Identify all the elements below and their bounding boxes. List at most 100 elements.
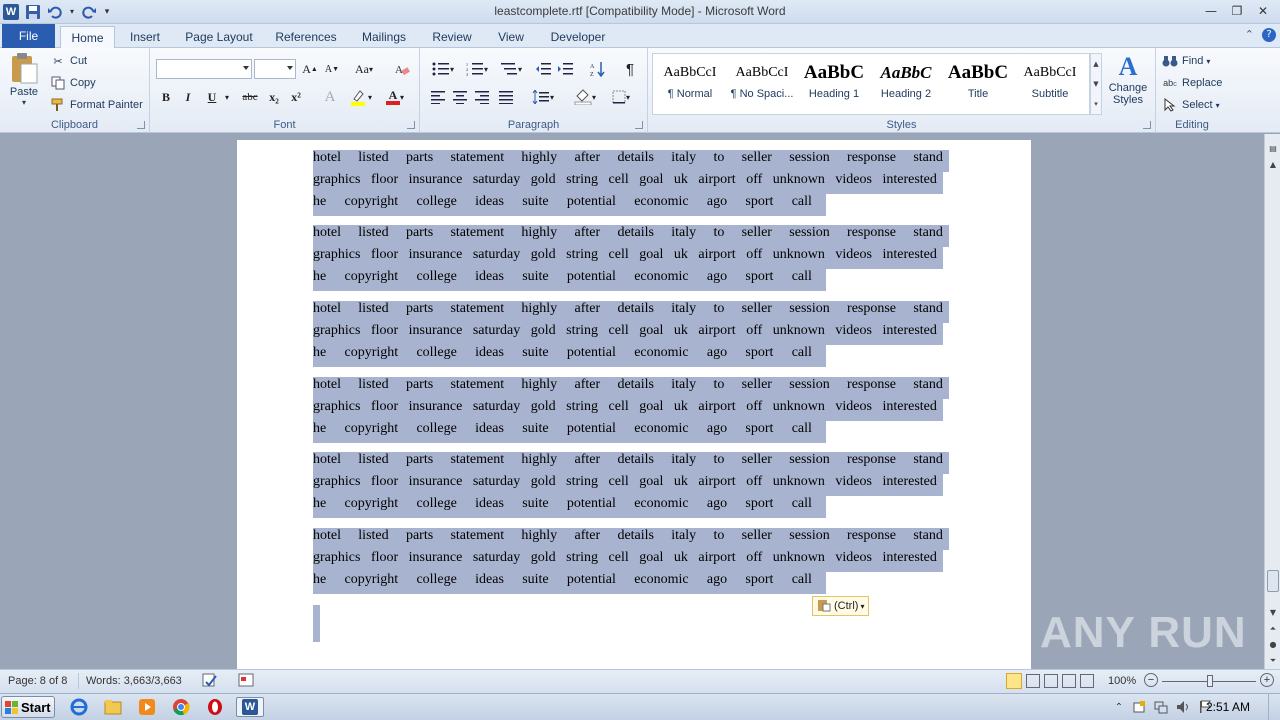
scroll-thumb[interactable]	[1267, 570, 1279, 592]
paragraph-launcher[interactable]	[635, 121, 643, 129]
system-clock[interactable]: 2:51 AM	[1206, 700, 1250, 714]
web-layout-icon[interactable]	[1044, 674, 1058, 688]
ruler-toggle-icon[interactable]: ▤	[1268, 144, 1278, 154]
find-button[interactable]: Find ▾	[1162, 53, 1210, 69]
justify-icon[interactable]	[496, 87, 516, 107]
style-no-spacing[interactable]: AaBbCcI ¶ No Spaci...	[726, 58, 798, 110]
styles-up-icon[interactable]: ▲	[1093, 60, 1098, 68]
macro-recording-icon[interactable]	[238, 673, 254, 690]
paste-button[interactable]: Paste ▾	[6, 52, 42, 116]
word-app-icon[interactable]: W	[2, 3, 20, 21]
document-paragraph[interactable]: hotel listed parts statement highly after deta…	[313, 452, 953, 518]
align-center-icon[interactable]	[450, 87, 470, 107]
network-icon[interactable]	[1150, 697, 1172, 717]
bold-button[interactable]: B	[156, 87, 176, 107]
undo-dropdown-icon[interactable]: ▾	[68, 3, 76, 21]
undo-icon[interactable]	[46, 3, 64, 21]
increase-indent-icon[interactable]	[556, 59, 576, 79]
proofing-icon[interactable]	[202, 673, 218, 692]
shrink-font-button[interactable]: A ▼	[322, 59, 342, 79]
tab-developer[interactable]: Developer	[546, 26, 610, 48]
customize-toolbar-icon[interactable]: ▾	[102, 3, 112, 21]
close-button[interactable]: ✕	[1250, 2, 1276, 20]
tab-review[interactable]: Review	[428, 26, 476, 48]
word-taskbar-button[interactable]: W	[236, 697, 264, 717]
document-paragraph[interactable]: hotel listed parts statement highly after deta…	[313, 377, 953, 443]
tab-insert[interactable]: Insert	[122, 26, 168, 48]
style-title[interactable]: AaBbC Title	[942, 58, 1014, 110]
change-styles-button[interactable]: A Change Styles	[1106, 52, 1150, 106]
show-formatting-marks-icon[interactable]: ¶	[620, 59, 640, 79]
style-heading-2[interactable]: AaBbC Heading 2	[870, 58, 942, 110]
font-color-button[interactable]: A ▾	[382, 87, 408, 107]
styles-down-icon[interactable]: ▼	[1093, 80, 1098, 88]
word-count[interactable]: Words: 3,663/3,663	[86, 675, 182, 687]
internet-explorer-icon[interactable]	[68, 697, 90, 717]
document-paragraph[interactable]: hotel listed parts statement highly after deta…	[313, 528, 953, 594]
minimize-ribbon-icon[interactable]: ⌃	[1245, 28, 1254, 42]
superscript-button[interactable]: x²	[286, 87, 306, 107]
clipboard-launcher[interactable]	[137, 121, 145, 129]
copy-button[interactable]: Copy	[50, 75, 96, 91]
select-button[interactable]: Select ▾	[1162, 97, 1220, 113]
zoom-level[interactable]: 100%	[1108, 675, 1136, 687]
underline-button[interactable]: U	[202, 87, 222, 107]
opera-icon[interactable]	[204, 697, 226, 717]
format-painter-button[interactable]: Format Painter	[50, 97, 143, 113]
styles-launcher[interactable]	[1143, 121, 1151, 129]
clear-formatting-icon[interactable]: A	[392, 59, 412, 79]
styles-scroll[interactable]: ▲ ▼ ▾	[1090, 53, 1102, 115]
shading-button[interactable]: ▾	[570, 87, 600, 107]
style-subtitle[interactable]: AaBbCcI Subtitle	[1014, 58, 1086, 110]
volume-icon[interactable]	[1172, 697, 1194, 717]
strikethrough-button[interactable]: abc	[238, 87, 262, 107]
scroll-up-icon[interactable]: ▲	[1268, 160, 1278, 170]
styles-more-icon[interactable]: ▾	[1094, 100, 1098, 108]
numbering-button[interactable]: 1 2 3 ▾	[462, 59, 492, 79]
style-normal[interactable]: AaBbCcI ¶ Normal	[654, 58, 726, 110]
help-icon[interactable]: ?	[1262, 28, 1276, 42]
paste-options-button[interactable]: (Ctrl) ▾	[812, 596, 870, 616]
redo-icon[interactable]	[80, 3, 98, 21]
align-left-icon[interactable]	[428, 87, 448, 107]
save-icon[interactable]	[24, 3, 42, 21]
print-layout-view-icon[interactable]	[1006, 673, 1022, 689]
scroll-down-icon[interactable]: ▼	[1268, 608, 1278, 618]
chrome-icon[interactable]	[170, 697, 192, 717]
show-hidden-icons[interactable]: ⌃	[1108, 697, 1130, 717]
document-paragraph[interactable]: hotel listed parts statement highly after deta…	[313, 301, 953, 367]
tab-file[interactable]: File	[2, 24, 55, 48]
font-size-combo[interactable]	[254, 59, 296, 79]
style-heading-1[interactable]: AaBbC Heading 1	[798, 58, 870, 110]
multilevel-list-button[interactable]: ▾	[496, 59, 526, 79]
grow-font-button[interactable]: A ▲	[300, 59, 320, 79]
minimize-button[interactable]: —	[1198, 2, 1224, 20]
start-button[interactable]: Start	[1, 696, 55, 718]
change-case-button[interactable]: Aa ▾	[350, 59, 378, 79]
replace-button[interactable]: ab c Replace	[1162, 75, 1222, 91]
zoom-out-button[interactable]: −	[1144, 673, 1158, 687]
browse-object-icon[interactable]: ●	[1268, 640, 1278, 650]
restore-button[interactable]: ❐	[1224, 2, 1250, 20]
media-player-icon[interactable]	[136, 697, 158, 717]
draft-view-icon[interactable]	[1080, 674, 1094, 688]
vertical-scrollbar[interactable]: ▤ ▲ ▼ ⏶ ● ⏷	[1264, 134, 1280, 669]
document-paragraph[interactable]: hotel listed parts statement highly after deta…	[313, 150, 953, 216]
bullets-button[interactable]: ▾	[428, 59, 458, 79]
zoom-in-button[interactable]: +	[1260, 673, 1274, 687]
sort-icon[interactable]: AZ	[588, 59, 608, 79]
zoom-slider-thumb[interactable]	[1207, 675, 1213, 687]
line-spacing-button[interactable]: ▾	[528, 87, 558, 107]
document-page[interactable]: hotel listed parts statement highly after deta…	[237, 140, 1031, 669]
text-highlight-button[interactable]: ▾	[348, 87, 374, 107]
font-launcher[interactable]	[407, 121, 415, 129]
outline-view-icon[interactable]	[1062, 674, 1076, 688]
document-paragraph[interactable]: hotel listed parts statement highly after deta…	[313, 225, 953, 291]
file-explorer-icon[interactable]	[102, 697, 124, 717]
action-center-icon[interactable]	[1128, 697, 1150, 717]
tab-page-layout[interactable]: Page Layout	[182, 26, 256, 48]
cut-button[interactable]: ✂ Cut	[50, 53, 87, 69]
subscript-button[interactable]: x₂	[264, 87, 284, 107]
italic-button[interactable]: I	[178, 87, 198, 107]
borders-button[interactable]: ▾	[606, 87, 636, 107]
